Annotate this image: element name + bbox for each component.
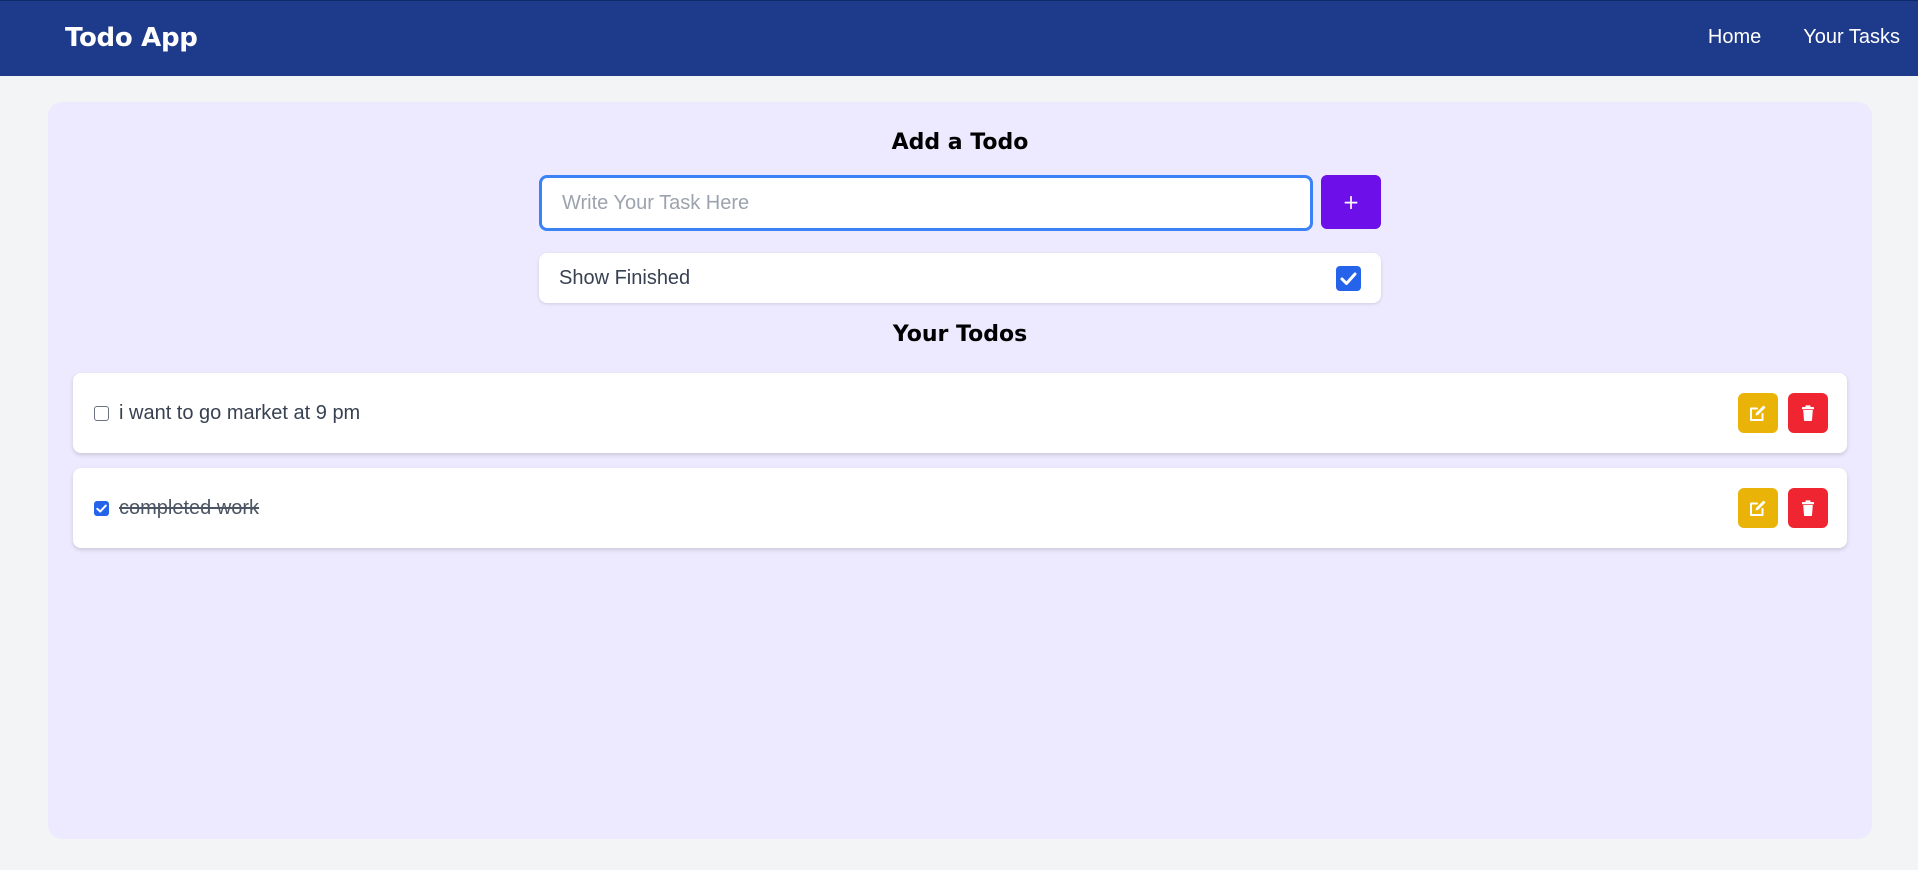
app-brand[interactable]: Todo App: [65, 23, 198, 53]
todo-checkbox[interactable]: [94, 501, 109, 516]
trash-icon: [1802, 405, 1814, 421]
trash-icon: [1802, 500, 1814, 516]
task-input[interactable]: [539, 175, 1313, 231]
delete-todo-button[interactable]: [1788, 488, 1828, 528]
edit-todo-button[interactable]: [1738, 488, 1778, 528]
your-todos-heading: Your Todos: [892, 322, 1028, 347]
main-panel: Add a Todo + Show Finished Your Todos i …: [48, 102, 1872, 839]
todo-text: completed work: [119, 497, 260, 519]
todo-item: i want to go market at 9 pm: [73, 373, 1847, 453]
nav-links: Home Your Tasks: [1708, 26, 1900, 49]
todo-text: i want to go market at 9 pm: [119, 402, 361, 424]
nav-link-your-tasks[interactable]: Your Tasks: [1803, 26, 1900, 49]
todo-item: completed work: [73, 468, 1847, 548]
show-finished-checkbox[interactable]: [1336, 266, 1361, 291]
delete-todo-button[interactable]: [1788, 393, 1828, 433]
edit-icon: [1750, 405, 1766, 421]
nav-link-home[interactable]: Home: [1708, 26, 1761, 49]
show-finished-label: Show Finished: [559, 267, 691, 289]
edit-icon: [1750, 500, 1766, 516]
navbar: Todo App Home Your Tasks: [0, 0, 1918, 76]
checkmark-icon: [1340, 272, 1357, 285]
checkmark-icon: [96, 504, 107, 513]
edit-todo-button[interactable]: [1738, 393, 1778, 433]
todo-checkbox[interactable]: [94, 406, 109, 421]
show-finished-toggle: Show Finished: [539, 253, 1381, 303]
add-todo-heading: Add a Todo: [891, 130, 1029, 155]
add-todo-button[interactable]: +: [1321, 175, 1381, 229]
